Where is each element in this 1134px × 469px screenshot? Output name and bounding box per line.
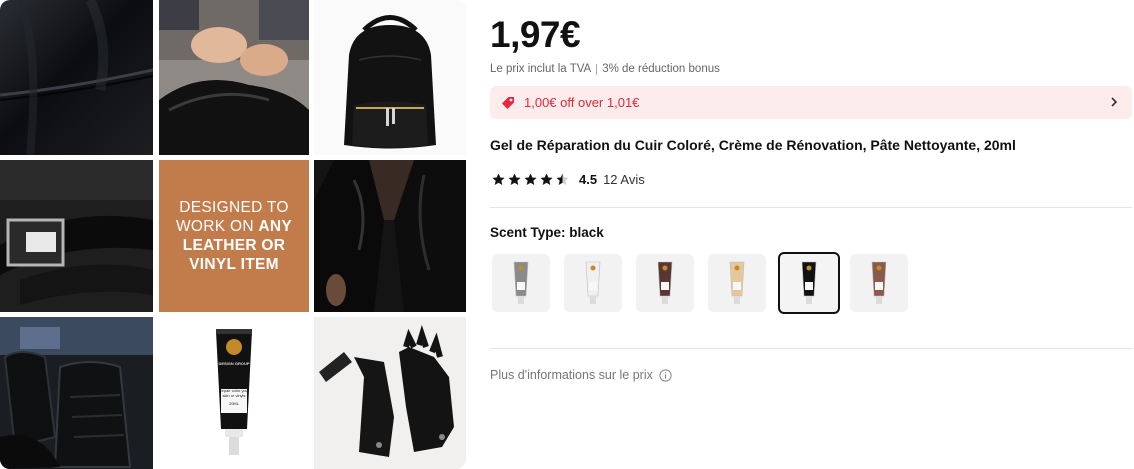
- product-info-panel: 1,97€ Le prix inclut la TVA 3% de réduct…: [490, 0, 1134, 469]
- divider: [490, 348, 1132, 349]
- product-title: Gel de Réparation du Cuir Coloré, Crème …: [490, 137, 1016, 153]
- gallery-image-gloves[interactable]: [314, 317, 466, 469]
- gallery-image-leather-jacket[interactable]: [314, 160, 466, 312]
- coupon-banner[interactable]: 1,00€ off over 1,01€: [490, 86, 1132, 119]
- promo-line-1: DESIGNED TO: [179, 199, 289, 216]
- tube-size: 20ML: [228, 401, 239, 406]
- tube-thumbnail-icon: [871, 261, 887, 304]
- scent-swatch-black[interactable]: [778, 252, 840, 314]
- star-icon: [508, 173, 521, 186]
- scent-label: Scent Type:: [490, 225, 566, 240]
- gallery-image-backpack[interactable]: [314, 0, 466, 155]
- scent-swatch-white[interactable]: [564, 254, 622, 312]
- more-price-info-link[interactable]: Plus d'informations sur le prix: [490, 368, 672, 382]
- review-count[interactable]: 12 Avis: [603, 172, 645, 187]
- promo-line-3: LEATHER OR: [182, 237, 286, 254]
- product-price: 1,97€: [490, 14, 581, 55]
- tube-thumbnail-icon: [513, 261, 529, 304]
- info-icon: [659, 368, 672, 382]
- tax-note: Le prix inclut la TVA: [490, 63, 592, 75]
- star-icon: [524, 173, 537, 186]
- rating-value: 4.5: [579, 172, 598, 187]
- half-star-icon: [556, 173, 569, 186]
- tube-label-line-2: skin or vinyls: [222, 393, 246, 398]
- gallery-image-belt[interactable]: [0, 160, 153, 312]
- rating-summary[interactable]: 4.5 12 Avis: [492, 172, 645, 187]
- tag-icon: [500, 95, 516, 111]
- tube-label: DESIGN GROUP Repair color your skin or v…: [215, 361, 253, 406]
- chevron-right-icon: [1108, 95, 1120, 109]
- divider: [490, 207, 1132, 208]
- tube-thumbnail-icon: [657, 261, 673, 304]
- promo-line-4: VINYL ITEM: [189, 256, 279, 273]
- gallery-image-product-tube[interactable]: DESIGN GROUP Repair color your skin or v…: [159, 317, 309, 469]
- star-rating: [492, 173, 569, 186]
- scent-swatch-list: [492, 252, 922, 314]
- scent-swatch-brown[interactable]: [850, 254, 908, 312]
- gallery-image-shoe-lacing[interactable]: [159, 0, 309, 155]
- promo-text: DESIGNED TO WORK ON ANY LEATHER OR VINYL…: [176, 198, 292, 274]
- bonus-note: 3% de réduction bonus: [602, 63, 720, 75]
- star-icon: [540, 173, 553, 186]
- promo-line-2-bold: ANY: [258, 218, 293, 235]
- coupon-text: 1,00€ off over 1,01€: [524, 95, 640, 110]
- scent-swatch-dark-brown[interactable]: [636, 254, 694, 312]
- gallery-image-car-seats[interactable]: [0, 317, 153, 469]
- note-divider: [596, 63, 598, 75]
- star-icon: [492, 173, 505, 186]
- tube-thumbnail-icon: [801, 261, 817, 304]
- scent-swatch-grey[interactable]: [492, 254, 550, 312]
- product-image-gallery: DESIGNED TO WORK ON ANY LEATHER OR VINYL…: [0, 0, 466, 469]
- tube-brand: DESIGN GROUP: [218, 361, 250, 366]
- gallery-image-leather-texture[interactable]: [0, 0, 153, 155]
- tube-thumbnail-icon: [585, 261, 601, 304]
- more-info-text: Plus d'informations sur le prix: [490, 368, 653, 382]
- scent-value: black: [569, 225, 604, 240]
- scent-type-label: Scent Type: black: [490, 225, 604, 240]
- scent-swatch-beige[interactable]: [708, 254, 766, 312]
- price-notes: Le prix inclut la TVA 3% de réduction bo…: [490, 63, 720, 75]
- tube-thumbnail-icon: [729, 261, 745, 304]
- gallery-promo-tile[interactable]: DESIGNED TO WORK ON ANY LEATHER OR VINYL…: [159, 160, 309, 312]
- promo-line-2: WORK ON: [175, 218, 259, 235]
